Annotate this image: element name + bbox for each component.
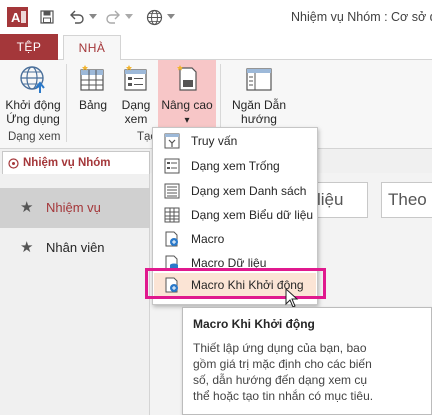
undo-dropdown-icon[interactable] xyxy=(88,8,98,26)
view-selector-box[interactable]: liệu xyxy=(310,182,368,218)
star-icon: ★ xyxy=(20,199,34,216)
start-app-label-2: Ứng dụng xyxy=(6,112,60,126)
menu-item-datasheet-view[interactable]: Dạng xem Biểu dữ liệu xyxy=(154,203,316,227)
query-icon xyxy=(164,133,180,149)
tab-file[interactable]: TỆP xyxy=(0,34,58,60)
datasheet-view-icon xyxy=(164,207,180,223)
macro-icon xyxy=(165,231,178,247)
menu-item-label: Dạng xem Biểu dữ liệu xyxy=(191,208,314,222)
tooltip-title: Macro Khi Khởi động xyxy=(193,317,315,331)
view-selector-box[interactable]: Theo xyxy=(381,182,432,218)
navigation-label-2: hướng xyxy=(241,112,277,126)
advanced-button[interactable]: Nâng cao ▾ xyxy=(158,60,216,127)
nav-item-label: Nhân viên xyxy=(46,240,105,255)
tab-home[interactable]: NHÀ xyxy=(63,35,121,61)
menu-item-macro[interactable]: Macro xyxy=(154,227,316,251)
globe-upload-icon xyxy=(20,66,45,93)
redo-icon[interactable] xyxy=(104,8,122,26)
menu-item-label: Dạng xem Danh sách xyxy=(191,184,307,198)
blank-view-icon xyxy=(164,158,180,174)
navigation-label-1: Ngăn Dẫn xyxy=(231,98,287,112)
tooltip-line: Thiết lập ứng dụng của bạn, bao xyxy=(193,341,367,355)
document-tab-label: Nhiệm vụ Nhóm xyxy=(23,157,111,169)
ribbon-tabs: TỆP NHÀ xyxy=(0,34,432,61)
group-label-views: Dạng xem xyxy=(8,131,61,143)
document-tab-icon xyxy=(8,158,19,169)
customize-qat-icon[interactable] xyxy=(166,8,176,26)
title-bar: A Nhiệm vụ Nhóm : Cơ sở dữ xyxy=(0,0,432,34)
nav-item-label: Nhiệm vụ xyxy=(46,200,101,215)
svg-text:A: A xyxy=(11,10,21,25)
undo-icon[interactable] xyxy=(68,8,86,26)
access-logo-icon[interactable]: A xyxy=(7,7,28,27)
document-tab[interactable]: Nhiệm vụ Nhóm xyxy=(2,151,150,175)
menu-item-label: Macro xyxy=(191,232,225,246)
navigation-pane-icon xyxy=(246,68,272,91)
table-navigation: ★ Nhiệm vụ ★ Nhân viên xyxy=(0,174,150,415)
nav-item-employees[interactable]: ★ Nhân viên xyxy=(0,228,150,268)
start-app-button[interactable]: Khởi động Ứng dụng xyxy=(3,64,63,128)
globe-icon[interactable] xyxy=(144,8,164,26)
view-label-2: xem xyxy=(124,112,148,126)
save-icon[interactable] xyxy=(38,8,56,26)
advanced-dropdown-arrow: ▾ xyxy=(184,115,190,126)
tooltip-body: Thiết lập ứng dụng của bạn, bao gồm giá … xyxy=(193,340,421,404)
menu-item-label: Truy vấn xyxy=(191,134,238,148)
tooltip: Macro Khi Khởi động Thiết lập ứng dụng c… xyxy=(182,307,432,415)
table-label: Bảng xyxy=(78,98,108,112)
advanced-label: Nâng cao xyxy=(161,98,213,112)
menu-item-query[interactable]: Truy vấn xyxy=(154,129,316,153)
tooltip-line: số, dẫn hướng đến dạng xem cụ xyxy=(193,373,368,387)
advanced-icon xyxy=(177,65,197,91)
group-separator xyxy=(66,64,67,142)
view-button[interactable]: Dạng xem xyxy=(116,64,156,128)
menu-item-blank-view[interactable]: Dạng xem Trống xyxy=(154,154,316,178)
view-icon xyxy=(124,65,147,91)
list-view-icon xyxy=(164,183,180,199)
table-icon xyxy=(80,65,104,91)
menu-item-label: Dạng xem Trống xyxy=(191,159,280,173)
view-label-1: Dạng xyxy=(121,98,151,112)
menu-item-list-view[interactable]: Dạng xem Danh sách xyxy=(154,179,316,203)
start-app-label-1: Khởi động xyxy=(5,98,61,112)
tooltip-line: thể hoặc tạo tin nhắn có mục tiêu. xyxy=(193,389,374,403)
mouse-cursor-icon xyxy=(285,288,299,308)
table-button[interactable]: Bảng xyxy=(72,64,114,128)
star-icon: ★ xyxy=(20,239,34,256)
tooltip-line: gồm giá trị mặc định cho các biến xyxy=(193,357,372,371)
navigation-pane-button[interactable]: Ngăn Dẫn hướng xyxy=(226,64,292,128)
window-title: Nhiệm vụ Nhóm : Cơ sở dữ xyxy=(291,10,432,24)
redo-dropdown-icon[interactable] xyxy=(124,8,134,26)
nav-item-tasks[interactable]: ★ Nhiệm vụ xyxy=(0,188,150,228)
